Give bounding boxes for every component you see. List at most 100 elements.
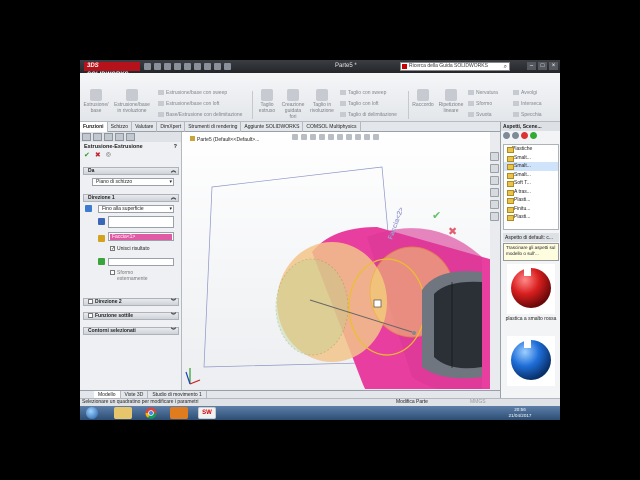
direction-vector-field[interactable] xyxy=(108,216,174,228)
forward-icon[interactable] xyxy=(512,132,519,139)
close-button[interactable]: × xyxy=(549,62,558,70)
tab-addins[interactable]: Aggiunte SOLIDWORKS xyxy=(241,122,304,132)
tab-schizzo[interactable]: Schizzo xyxy=(108,122,133,132)
tab-motion-study[interactable]: Studio di movimento 1 xyxy=(148,391,207,398)
explorer-icon[interactable] xyxy=(114,407,132,419)
appearance-ball-icon[interactable] xyxy=(521,132,528,139)
swept-cut-button[interactable]: Taglio con sweep xyxy=(340,90,386,96)
confirm-cancel-icon[interactable]: ✖ xyxy=(448,225,457,238)
print-icon[interactable] xyxy=(184,63,191,70)
face-selection-icon[interactable] xyxy=(98,235,105,242)
material-thumbnail-blue[interactable] xyxy=(507,336,555,386)
linear-pattern-button[interactable]: Ripetizione lineare xyxy=(437,89,465,114)
property-manager-tab-icon[interactable] xyxy=(93,133,102,141)
search-icon[interactable]: ⌕ xyxy=(504,64,507,70)
open-icon[interactable] xyxy=(164,63,171,70)
draft-icon[interactable] xyxy=(98,258,105,265)
section-direction2[interactable]: Direzione 2 ︾ xyxy=(83,298,179,306)
tree-item[interactable]: Plasti... xyxy=(504,213,558,222)
revolve-boss-button[interactable]: Estrusione/base in rivoluzione xyxy=(112,89,152,114)
chrome-icon[interactable] xyxy=(142,407,160,419)
tab-dimxpert[interactable]: DimXpert xyxy=(157,122,186,132)
direction-vector-icon[interactable] xyxy=(98,218,105,225)
display-manager-tab-icon[interactable] xyxy=(126,133,135,141)
rib-button[interactable]: Nervatura xyxy=(468,90,498,96)
tab-funzioni[interactable]: Funzioni xyxy=(80,122,108,132)
solidworks-taskbar-icon[interactable]: SW xyxy=(198,407,216,419)
tree-item[interactable]: Smalt... xyxy=(504,154,558,163)
detail-preview-button[interactable]: ◎ xyxy=(106,151,111,160)
maximize-button[interactable]: □ xyxy=(538,62,547,70)
merge-result-checkbox[interactable]: ✓ Unisci risultato xyxy=(110,246,150,252)
extruded-cut-button[interactable]: Taglio estruso xyxy=(255,89,279,114)
material-thumbnail-red[interactable] xyxy=(507,264,555,314)
solidworks-logo[interactable]: 3DS SOLIDWORKS xyxy=(84,62,140,78)
minimize-button[interactable]: – xyxy=(527,62,536,70)
tree-item[interactable]: Soft T... xyxy=(504,179,558,188)
rebuild-icon[interactable] xyxy=(214,63,221,70)
model-view[interactable]: Faccia<2> ✔ ✖ xyxy=(182,132,490,389)
section-thin-feature[interactable]: Funzione sottile ︾ xyxy=(83,312,179,320)
system-clock[interactable]: 20:56 21/04/2017 xyxy=(500,407,540,418)
tree-item[interactable]: Finitu... xyxy=(504,205,558,214)
shell-button[interactable]: Svuota xyxy=(468,112,492,118)
help-search-input[interactable]: Ricerca della Guida SOLIDWORKS ⌕ xyxy=(400,62,510,71)
tab-comsol[interactable]: COMSOL Multiphysics xyxy=(303,122,361,132)
tab-viste-3d[interactable]: Viste 3D xyxy=(121,391,149,398)
feature-manager-tab-icon[interactable] xyxy=(82,133,91,141)
configuration-manager-tab-icon[interactable] xyxy=(104,133,113,141)
tree-item[interactable]: A tras... xyxy=(504,188,558,197)
tab-valutare[interactable]: Valutare xyxy=(132,122,158,132)
end-condition-select[interactable]: Fino alla superficie ▾ xyxy=(98,205,174,213)
fillet-button[interactable]: Raccordo xyxy=(410,89,436,108)
intersect-button[interactable]: Interseca xyxy=(513,101,542,107)
confirm-ok-icon[interactable]: ✔ xyxy=(432,209,441,222)
save-icon[interactable] xyxy=(174,63,181,70)
ok-button[interactable]: ✔ xyxy=(84,151,90,160)
boundary-cut-button[interactable]: Taglio di delimitazione xyxy=(340,112,397,118)
start-button[interactable] xyxy=(86,407,98,419)
custom-properties-icon[interactable] xyxy=(490,212,499,221)
options-icon[interactable] xyxy=(224,63,231,70)
draft-outward-checkbox[interactable]: Sformo esternamente xyxy=(110,270,148,282)
undo-icon[interactable] xyxy=(194,63,201,70)
lofted-boss-button[interactable]: Estrusione/base con loft xyxy=(158,101,219,107)
wrap-button[interactable]: Avvolgi xyxy=(513,90,537,96)
home-icon[interactable] xyxy=(144,63,151,70)
design-library-icon[interactable] xyxy=(490,164,499,173)
media-player-icon[interactable] xyxy=(170,407,188,419)
view-palette-icon[interactable] xyxy=(490,188,499,197)
tree-item[interactable]: Plasti... xyxy=(504,196,558,205)
file-explorer-icon[interactable] xyxy=(490,176,499,185)
scene-icon[interactable] xyxy=(530,132,537,139)
tree-item[interactable]: Plastiche xyxy=(504,145,558,154)
select-icon[interactable] xyxy=(204,63,211,70)
section-direction1[interactable]: Direzione 1 ︽ xyxy=(83,194,179,202)
swept-boss-button[interactable]: Estrusione/base con sweep xyxy=(158,90,227,96)
boundary-boss-button[interactable]: Base/Estrusione con delimitazione xyxy=(158,112,242,118)
reverse-direction-icon[interactable] xyxy=(85,205,92,212)
draft-button[interactable]: Sformo xyxy=(468,101,492,107)
revolved-cut-button[interactable]: Taglio in rivoluzione xyxy=(308,89,336,114)
draft-angle-field[interactable] xyxy=(108,258,174,266)
mirror-button[interactable]: Specchia xyxy=(513,112,542,118)
tree-item[interactable]: Smalt... xyxy=(504,171,558,180)
graphics-area[interactable]: Parte5 (Default<<Default>... Faccia<2> ✔… xyxy=(182,132,490,389)
appearances-icon[interactable] xyxy=(490,200,499,209)
tree-item-selected[interactable]: Smalt... xyxy=(504,162,558,171)
da-select[interactable]: Piano di schizzo ▾ xyxy=(92,178,174,186)
cancel-button[interactable]: ✖ xyxy=(95,151,101,160)
hole-wizard-button[interactable]: Creazione guidata fori xyxy=(280,89,306,120)
new-file-icon[interactable] xyxy=(154,63,161,70)
lofted-cut-button[interactable]: Taglio con loft xyxy=(340,101,379,107)
section-da[interactable]: Da ︽ xyxy=(83,167,179,175)
tab-modello[interactable]: Modello xyxy=(94,391,121,398)
drag-handle[interactable] xyxy=(412,331,416,335)
resources-icon[interactable] xyxy=(490,152,499,161)
back-icon[interactable] xyxy=(503,132,510,139)
dimxpert-manager-tab-icon[interactable] xyxy=(115,133,124,141)
face-selection-field[interactable]: Faccia<1> xyxy=(108,232,174,241)
section-selected-contours[interactable]: Contorni selezionati ︾ xyxy=(83,327,179,335)
status-units[interactable]: MMGS xyxy=(470,399,486,406)
extrude-boss-button[interactable]: Estrusione/ base xyxy=(82,89,110,114)
